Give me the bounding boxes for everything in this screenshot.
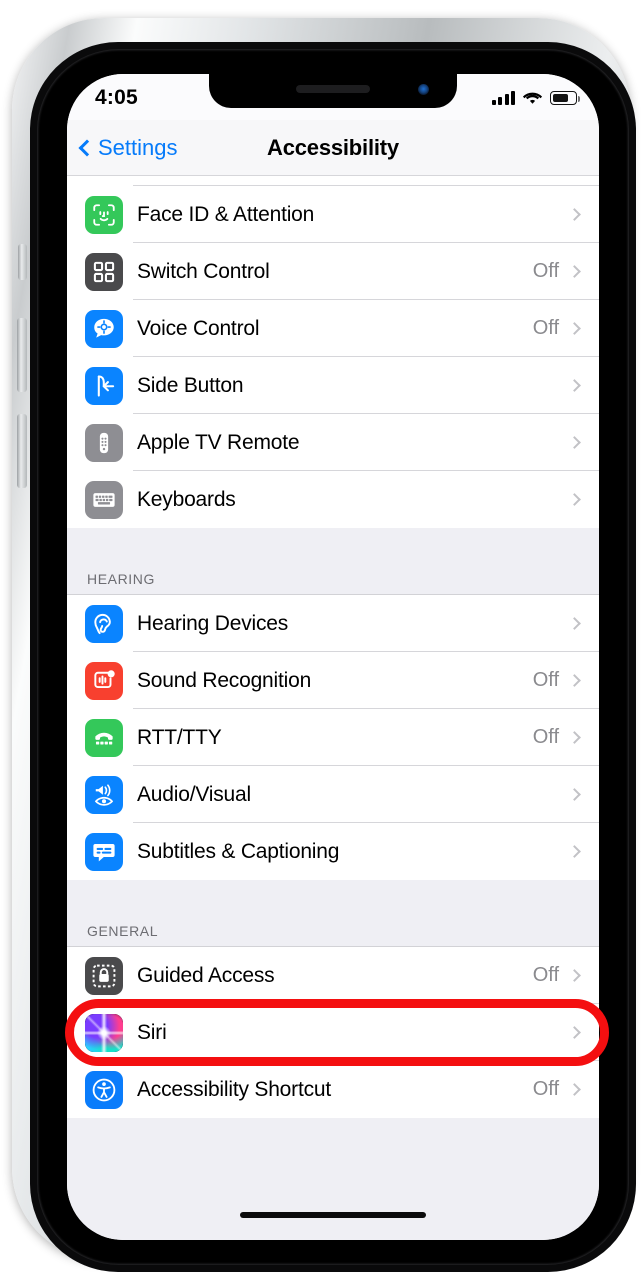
row-keyboards[interactable]: Keyboards	[67, 471, 599, 528]
volume-down-button[interactable]	[17, 414, 27, 488]
chevron-right-icon	[568, 617, 581, 630]
row-label: Side Button	[137, 373, 244, 397]
row-rtt-tty[interactable]: RTT/TTY Off	[67, 709, 599, 766]
chevron-right-icon	[568, 969, 581, 982]
ear-icon	[85, 604, 123, 643]
apple-tv-remote-icon	[85, 423, 123, 462]
navigation-bar: Settings Accessibility	[67, 120, 599, 176]
row-voice-control[interactable]: Voice Control Off	[67, 300, 599, 357]
row-label: Switch Control	[137, 259, 270, 283]
siri-icon	[85, 1013, 123, 1052]
row-value: Off	[532, 1078, 559, 1100]
row-switch-control[interactable]: Switch Control Off	[67, 243, 599, 300]
section-header-hearing: HEARING	[67, 545, 599, 594]
chevron-right-icon	[568, 265, 581, 278]
row-apple-tv-remote[interactable]: Apple TV Remote	[67, 414, 599, 471]
chevron-right-icon	[568, 1026, 581, 1039]
chevron-right-icon	[568, 436, 581, 449]
row-siri[interactable]: Siri	[67, 1004, 599, 1061]
chevron-right-icon	[568, 674, 581, 687]
keyboard-icon	[85, 480, 123, 519]
accessibility-settings-list[interactable]: Face ID & Attention Switch Control Off V…	[67, 176, 599, 1118]
section-gap	[67, 880, 599, 897]
row-label: Siri	[137, 1020, 167, 1044]
battery-icon	[550, 91, 581, 105]
section-header-general: GENERAL	[67, 897, 599, 946]
status-time: 4:05	[95, 86, 138, 109]
voice-control-icon	[85, 309, 123, 348]
row-value: Off	[532, 669, 559, 691]
row-guided-access[interactable]: Guided Access Off	[67, 947, 599, 1004]
row-sound-recognition[interactable]: Sound Recognition Off	[67, 652, 599, 709]
face-id-icon	[85, 195, 123, 234]
audio-visual-icon	[85, 775, 123, 814]
row-subtitles-captioning[interactable]: Subtitles & Captioning	[67, 823, 599, 880]
row-value: Off	[532, 726, 559, 748]
volume-up-button[interactable]	[17, 318, 27, 392]
chevron-right-icon	[568, 731, 581, 744]
row-label: Keyboards	[137, 487, 236, 511]
row-accessibility-shortcut[interactable]: Accessibility Shortcut Off	[67, 1061, 599, 1118]
chevron-left-icon	[78, 139, 96, 156]
section-gap	[67, 528, 599, 545]
row-label: Voice Control	[137, 316, 260, 340]
row-label: Guided Access	[137, 963, 275, 987]
chevron-right-icon	[568, 208, 581, 221]
row-value: Off	[532, 317, 559, 339]
row-audio-visual[interactable]: Audio/Visual	[67, 766, 599, 823]
accessibility-person-icon	[85, 1070, 123, 1109]
rtt-tty-icon	[85, 718, 123, 757]
row-label: Accessibility Shortcut	[137, 1077, 332, 1101]
row-face-id-attention[interactable]: Face ID & Attention	[67, 186, 599, 243]
screenshot-stage: 4:05 Settings Accessibility Face ID & At…	[0, 0, 642, 1274]
sound-recognition-icon	[85, 661, 123, 700]
home-indicator[interactable]	[240, 1212, 426, 1218]
row-label: Audio/Visual	[137, 782, 251, 806]
row-label: Subtitles & Captioning	[137, 839, 340, 863]
chevron-right-icon	[568, 1083, 581, 1096]
back-button-settings[interactable]: Settings	[78, 134, 178, 161]
row-value: Off	[532, 964, 559, 986]
subtitles-icon	[85, 832, 123, 871]
back-button-label: Settings	[98, 134, 178, 160]
earpiece-speaker	[296, 85, 370, 93]
side-button-icon	[85, 366, 123, 405]
chevron-right-icon	[568, 788, 581, 801]
iphone-frame: 4:05 Settings Accessibility Face ID & At…	[12, 18, 636, 1272]
mute-switch[interactable]	[18, 244, 27, 280]
list-bottom-area	[67, 1118, 599, 1240]
switch-control-icon	[85, 252, 123, 291]
chevron-right-icon	[568, 493, 581, 506]
partial-row-top	[67, 176, 599, 186]
row-hearing-devices[interactable]: Hearing Devices	[67, 595, 599, 652]
chevron-right-icon	[568, 845, 581, 858]
row-label: Sound Recognition	[137, 668, 312, 692]
wifi-icon	[522, 92, 543, 104]
page-title: Accessibility	[267, 134, 399, 160]
row-label: Face ID & Attention	[137, 202, 315, 226]
row-label: Hearing Devices	[137, 611, 289, 635]
front-camera-icon	[418, 84, 429, 95]
notch	[209, 74, 457, 108]
guided-access-lock-icon	[85, 956, 123, 995]
row-side-button[interactable]: Side Button	[67, 357, 599, 414]
cellular-signal-icon	[491, 91, 515, 105]
row-label: Apple TV Remote	[137, 430, 300, 454]
row-value: Off	[532, 260, 559, 282]
iphone-screen: 4:05 Settings Accessibility Face ID & At…	[67, 74, 599, 1240]
chevron-right-icon	[568, 322, 581, 335]
chevron-right-icon	[568, 379, 581, 392]
row-label: RTT/TTY	[137, 725, 222, 749]
